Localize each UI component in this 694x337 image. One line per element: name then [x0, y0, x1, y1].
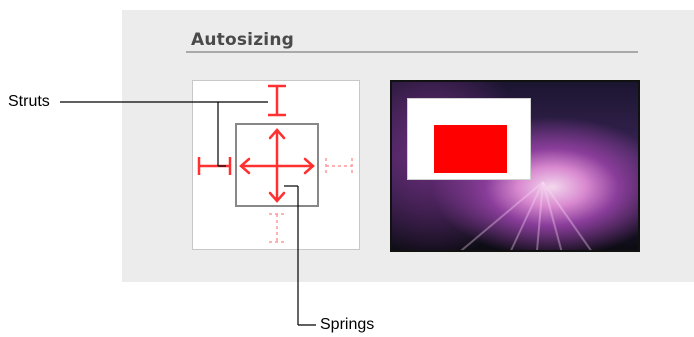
- springs-label: Springs: [320, 316, 375, 333]
- bottom-strut-icon[interactable]: [269, 213, 285, 243]
- top-strut-icon[interactable]: [268, 84, 286, 117]
- struts-label: Struts: [8, 93, 50, 110]
- autosizing-diagram: [60, 84, 353, 326]
- right-strut-icon[interactable]: [325, 158, 353, 174]
